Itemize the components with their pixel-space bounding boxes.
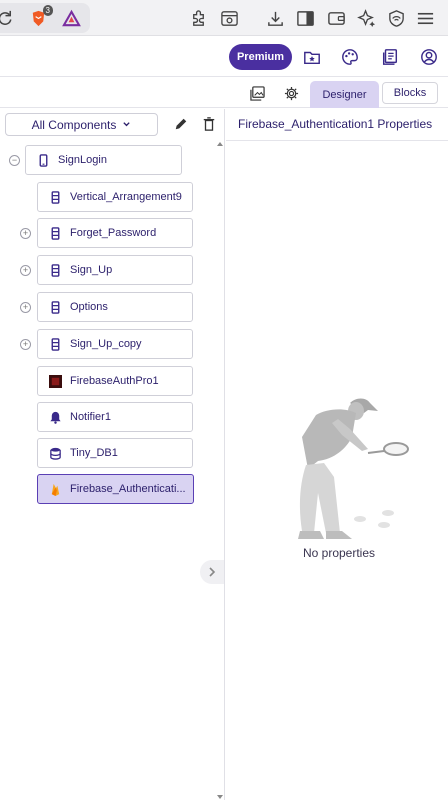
expand-toggle[interactable]: + (20, 302, 31, 313)
media-icon[interactable] (246, 82, 268, 104)
gallery-icon[interactable] (339, 46, 361, 68)
guide-icon[interactable] (379, 46, 401, 68)
divider (226, 140, 448, 141)
tree-item-vertical-arrangement9[interactable]: Vertical_Arrangement9 (37, 182, 193, 212)
properties-panel: Firebase_Authentication1 Properties No p… (226, 109, 448, 800)
expand-toggle[interactable]: + (20, 265, 31, 276)
vertical-arrangement-icon (48, 263, 62, 277)
wallet-icon[interactable] (325, 7, 347, 29)
empty-state-label: No properties (302, 546, 376, 560)
leo-ai-icon[interactable] (355, 7, 377, 29)
tree-item-options[interactable]: Options (37, 292, 193, 322)
chevron-right-icon (209, 567, 216, 577)
phone-icon (36, 153, 50, 167)
tree-item-label: Notifier1 (70, 411, 111, 423)
chevron-down-icon (123, 122, 131, 127)
collapse-toggle[interactable]: − (9, 155, 20, 166)
vertical-arrangement-icon (48, 226, 62, 240)
extension-icon (48, 374, 62, 388)
bell-icon (48, 410, 62, 424)
scroll-down-arrow[interactable] (217, 795, 223, 799)
settings-icon[interactable] (280, 82, 302, 104)
tree-item-label: Vertical_Arrangement9 (70, 191, 182, 203)
components-filter-label: All Components (31, 117, 117, 132)
reload-icon[interactable] (0, 7, 16, 29)
components-scrollbar[interactable] (215, 109, 225, 800)
vertical-arrangement-icon (48, 337, 62, 351)
vertical-arrangement-icon (48, 300, 62, 314)
tree-item-signlogin[interactable]: SignLogin (25, 145, 182, 175)
tree-item-label: Options (70, 301, 108, 313)
tree-item-forget-password[interactable]: Forget_Password (37, 218, 193, 248)
download-icon[interactable] (264, 7, 286, 29)
tree-item-firebaseauthpro1[interactable]: FirebaseAuthPro1 (37, 366, 193, 396)
panel-toggle-button[interactable] (200, 560, 224, 584)
tree-item-label: SignLogin (58, 154, 107, 166)
tree-item-label: Forget_Password (70, 227, 157, 239)
tab-designer[interactable]: Designer (310, 81, 379, 108)
properties-title: Firebase_Authentication1 Properties (238, 117, 433, 131)
tab-blocks[interactable]: Blocks (382, 82, 438, 104)
browser-toolbar: 3 (0, 0, 448, 36)
tree-item-firebase-authentication1[interactable]: Firebase_Authenticati... (37, 474, 194, 504)
account-icon[interactable] (418, 46, 440, 68)
expand-toggle[interactable]: + (20, 339, 31, 350)
menu-icon[interactable] (414, 7, 436, 29)
brave-rewards-icon[interactable] (60, 7, 82, 29)
tree-item-sign-up[interactable]: Sign_Up (37, 255, 193, 285)
tree-item-label: Tiny_DB1 (70, 447, 118, 459)
components-filter-dropdown[interactable]: All Components (5, 113, 158, 136)
components-panel: All Components − SignLogin Vertical_Arra… (0, 109, 225, 800)
tree-item-label: FirebaseAuthPro1 (70, 375, 159, 387)
brave-badge: 3 (42, 5, 53, 16)
tree-item-label: Firebase_Authenticati... (70, 483, 186, 495)
firebase-icon (48, 482, 62, 496)
scroll-up-arrow[interactable] (217, 142, 223, 146)
tree-item-sign-up-copy[interactable]: Sign_Up_copy (37, 329, 193, 359)
database-icon (48, 446, 62, 460)
sidebar-icon[interactable] (294, 7, 316, 29)
designer-toolbar: Designer Blocks (0, 78, 448, 108)
tree-item-tiny-db1[interactable]: Tiny_DB1 (37, 438, 193, 468)
rename-icon[interactable] (172, 115, 190, 133)
tree-item-notifier1[interactable]: Notifier1 (37, 402, 193, 432)
extensions-icon[interactable] (187, 7, 209, 29)
my-projects-icon[interactable] (301, 46, 323, 68)
vpn-icon[interactable] (385, 7, 407, 29)
brave-shields-icon[interactable]: 3 (27, 5, 53, 29)
screenshot-icon[interactable] (218, 7, 240, 29)
vertical-arrangement-icon (48, 190, 62, 204)
app-header: Premium (0, 37, 448, 77)
expand-toggle[interactable]: + (20, 228, 31, 239)
tree-item-label: Sign_Up_copy (70, 338, 142, 350)
empty-state-illustration (298, 398, 409, 539)
premium-button[interactable]: Premium (229, 44, 292, 70)
tree-item-label: Sign_Up (70, 264, 113, 276)
